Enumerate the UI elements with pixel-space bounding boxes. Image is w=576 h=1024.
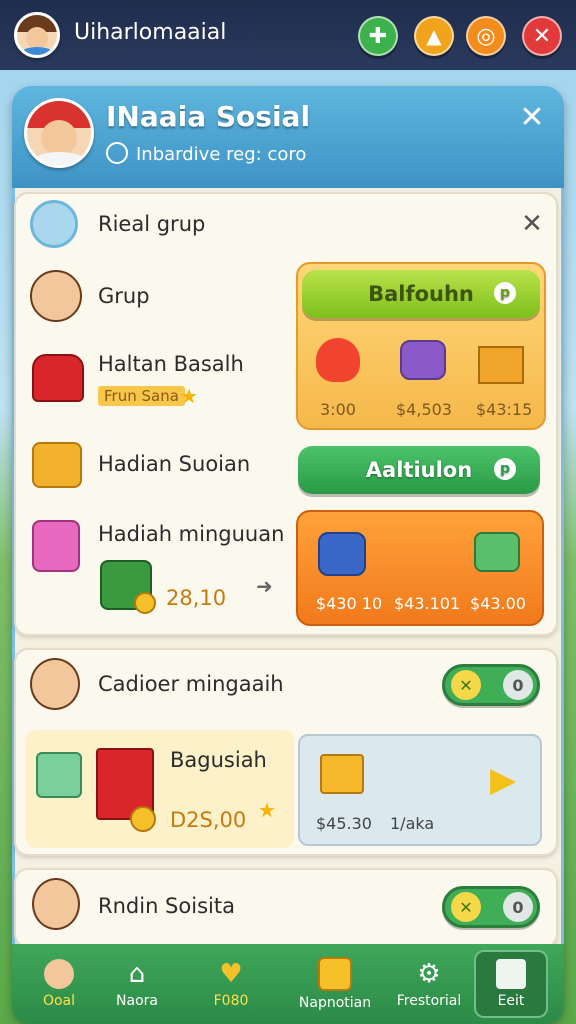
reward2-price-1: $430 10 xyxy=(316,594,383,613)
reward1-price-1: 3:00 xyxy=(320,400,356,419)
bundle-price: D2S,00 xyxy=(170,808,247,832)
trophy-button[interactable]: ▲ xyxy=(414,16,454,56)
row-amount: 28,10 xyxy=(166,586,227,610)
row-label-grup: Grup xyxy=(98,284,150,308)
nav-item-1[interactable]: ⌂ Naora xyxy=(92,946,182,1022)
check-knob-icon: ✕ xyxy=(451,670,481,700)
coin-icon xyxy=(134,592,156,614)
crate-icon xyxy=(478,346,524,384)
ring-button[interactable]: ◎ xyxy=(466,16,506,56)
group-header: Rieal grup xyxy=(98,212,206,236)
row-label-haltan: Haltan Basalh xyxy=(98,352,244,376)
toggle-knob: 0 xyxy=(503,670,533,700)
arrow-icon: ➜ xyxy=(256,574,273,598)
home-icon: ⌂ xyxy=(128,959,146,989)
reward2-price-3: $43.00 xyxy=(470,594,526,613)
offer-price-2: 1/aka xyxy=(390,814,435,833)
settings-icon: ⚙ xyxy=(417,959,441,989)
nav-item-0[interactable]: Ooal xyxy=(14,946,104,1022)
star-icon: ★ xyxy=(258,798,276,822)
player-avatar[interactable] xyxy=(14,12,60,58)
group-badge-icon xyxy=(30,200,78,248)
exit-icon xyxy=(496,959,526,989)
character-icon xyxy=(32,878,80,930)
ticket-icon xyxy=(400,340,446,380)
social-header: Rndin Soisita xyxy=(98,894,235,918)
row-badge: Frun Sana xyxy=(98,386,185,406)
reward1-price-3: $43:15 xyxy=(476,400,533,419)
offer-header: Cadioer mingaaih xyxy=(98,672,284,696)
red-chest-icon xyxy=(32,354,84,402)
heart-icon: ♥ xyxy=(219,959,243,989)
group-avatar-icon xyxy=(30,270,82,322)
character-icon xyxy=(30,658,80,710)
plus-icon: ✚ xyxy=(368,23,388,49)
gold-box-icon xyxy=(32,442,82,488)
panel-avatar xyxy=(24,98,94,168)
nav-item-4[interactable]: ⚙ Frestorial xyxy=(384,946,474,1022)
check-knob-icon: ✕ xyxy=(451,892,481,922)
nav-item-3[interactable]: Napnotian xyxy=(290,946,380,1022)
trophy-icon: ▲ xyxy=(426,24,442,48)
close-icon: ✕ xyxy=(532,23,552,49)
coin-icon: p xyxy=(494,282,516,304)
gift-box-icon xyxy=(32,520,80,572)
play-arrow-icon[interactable]: ▶ xyxy=(490,760,516,800)
claim-button-2[interactable]: Aaltiulon p xyxy=(298,446,540,494)
panel-close-button[interactable]: ✕ xyxy=(514,100,550,136)
ring-icon: ◎ xyxy=(476,23,496,49)
car-icon xyxy=(318,532,366,576)
bundle-title: Bagusiah xyxy=(170,748,267,772)
add-button[interactable]: ✚ xyxy=(358,16,398,56)
group-close-button[interactable]: ✕ xyxy=(516,208,548,240)
clock-icon xyxy=(106,142,128,164)
envelope-icon xyxy=(320,754,364,794)
panel-subtitle: Inbardive reg: coro xyxy=(136,144,307,165)
offer-toggle[interactable]: ✕ 0 xyxy=(442,664,540,706)
fox-icon xyxy=(316,338,360,382)
social-toggle[interactable]: ✕ 0 xyxy=(442,886,540,928)
nav-item-2[interactable]: ♥ F080 xyxy=(186,946,276,1022)
claim-button-1[interactable]: Balfouhn p xyxy=(302,270,540,318)
coin-icon: p xyxy=(494,458,516,480)
row-label-hadiah: Hadiah minguuan xyxy=(98,522,285,546)
star-icon: ★ xyxy=(180,384,198,408)
close-app-button[interactable]: ✕ xyxy=(522,16,562,56)
cash-icon xyxy=(474,532,520,572)
panel-title: INaaia Sosial xyxy=(106,100,311,133)
row-label-hadian: Hadian Suoian xyxy=(98,452,251,476)
offer-price-1: $45.30 xyxy=(316,814,372,833)
top-title: Uiharlomaaial xyxy=(74,20,227,45)
nav-item-5[interactable]: Eeit xyxy=(474,950,548,1018)
gift-icon xyxy=(318,957,352,991)
toggle-knob: 0 xyxy=(503,892,533,922)
cube-icon xyxy=(36,752,82,798)
coin-icon xyxy=(130,806,156,832)
avatar-icon xyxy=(44,959,74,989)
reward2-price-2: $43.101 xyxy=(394,594,461,613)
reward1-price-2: $4,503 xyxy=(396,400,452,419)
